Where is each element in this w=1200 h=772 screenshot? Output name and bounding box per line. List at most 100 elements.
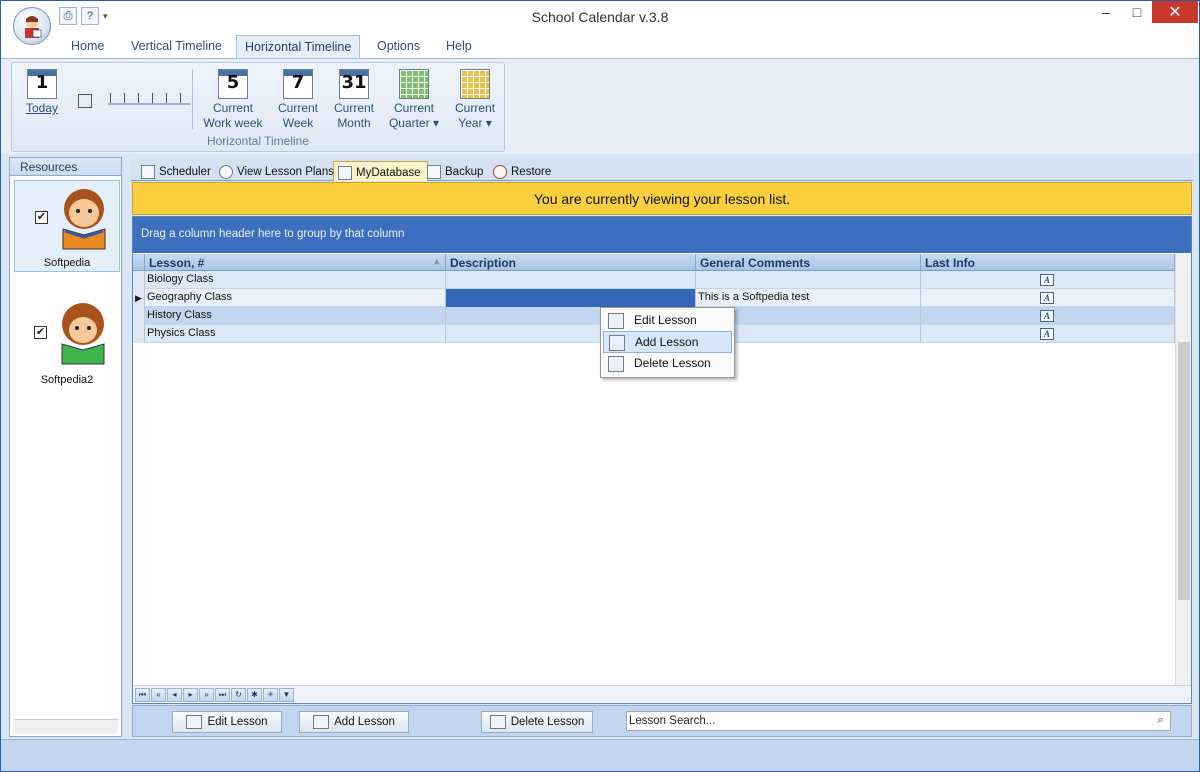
cell-comments[interactable]: This is a Softpedia test bbox=[696, 289, 921, 307]
filter-icon[interactable]: ▼ bbox=[279, 688, 294, 702]
cancel-edit-icon[interactable]: ✳ bbox=[263, 688, 278, 702]
zoom-slider[interactable] bbox=[78, 91, 190, 111]
tab-view-lesson-plans[interactable]: View Lesson Plans bbox=[215, 161, 340, 181]
resource-checkbox[interactable]: ✔ bbox=[34, 326, 47, 339]
text-info-icon[interactable]: A bbox=[1040, 292, 1054, 304]
group-by-panel[interactable]: Drag a column header here to group by th… bbox=[133, 217, 1191, 253]
row-indicator bbox=[133, 271, 145, 289]
cell-last-info[interactable]: A bbox=[921, 325, 1175, 343]
prev-record-icon[interactable]: ◂ bbox=[167, 688, 182, 702]
tab-restore[interactable]: Restore bbox=[489, 161, 557, 181]
ribbon-group-label: Horizontal Timeline bbox=[206, 134, 310, 148]
text-info-icon[interactable]: A bbox=[1040, 328, 1054, 340]
current-work-week-button[interactable]: 5 Current Work week bbox=[203, 69, 263, 131]
text-info-icon[interactable]: A bbox=[1040, 310, 1054, 322]
first-record-icon[interactable]: ⏮ bbox=[135, 688, 150, 702]
last-record-icon[interactable]: ⏭ bbox=[215, 688, 230, 702]
menu-item-edit-lesson[interactable]: Edit Lesson bbox=[603, 310, 732, 332]
calendar-31-icon: 31 bbox=[339, 69, 369, 99]
maximize-button[interactable]: □ bbox=[1123, 1, 1151, 23]
menu-item-add-lesson[interactable]: Add Lesson bbox=[603, 331, 732, 353]
add-lesson-button[interactable]: Add Lesson bbox=[299, 711, 409, 733]
cell-lesson[interactable]: History Class bbox=[145, 307, 446, 325]
resource-checkbox[interactable]: ✔ bbox=[35, 211, 48, 224]
cell-lesson[interactable]: Geography Class bbox=[145, 289, 446, 307]
header-indicator bbox=[133, 254, 145, 271]
resource-item[interactable]: ✔ Softpedia bbox=[14, 180, 120, 272]
tab-home[interactable]: Home bbox=[63, 35, 112, 59]
current-week-button[interactable]: 7 Current Week bbox=[268, 69, 328, 131]
button-label-line1: Current bbox=[333, 101, 374, 115]
slider-tick bbox=[110, 93, 111, 103]
delete-lesson-button[interactable]: Delete Lesson bbox=[481, 711, 593, 733]
button-label-line2: Work week bbox=[203, 116, 263, 130]
slider-track bbox=[108, 103, 190, 105]
pane-splitter[interactable] bbox=[122, 157, 130, 737]
minimize-button[interactable]: – bbox=[1091, 1, 1121, 23]
scrollbar-thumb[interactable] bbox=[1178, 342, 1190, 600]
ribbon-group-horizontal-timeline: 1 Today 5 Current Work week 7 Current We… bbox=[11, 62, 505, 152]
app-menu-button[interactable] bbox=[13, 7, 51, 45]
today-label: Today bbox=[25, 101, 59, 115]
tab-options[interactable]: Options bbox=[369, 35, 428, 59]
binoculars-icon[interactable]: ⌕ bbox=[1153, 714, 1168, 728]
cell-description[interactable] bbox=[446, 289, 696, 307]
cell-last-info[interactable]: A bbox=[921, 271, 1175, 289]
column-header-general-comments[interactable]: General Comments bbox=[696, 254, 921, 271]
next-page-icon[interactable]: » bbox=[199, 688, 214, 702]
ribbon-panel: 1 Today 5 Current Work week 7 Current We… bbox=[1, 58, 1199, 154]
current-row-indicator: ▶ bbox=[133, 289, 145, 307]
resources-pane: Resources ✔ Softpedia ✔ Softpedia2 bbox=[9, 157, 122, 737]
column-header-last-info[interactable]: Last Info bbox=[921, 254, 1175, 271]
today-button[interactable]: 1 Today bbox=[12, 69, 72, 116]
cell-last-info[interactable]: A bbox=[921, 307, 1175, 325]
current-year-button[interactable]: Current Year ▾ bbox=[445, 69, 505, 131]
button-label: Delete Lesson bbox=[510, 716, 585, 728]
cell-lesson[interactable]: Physics Class bbox=[145, 325, 446, 343]
cell-description[interactable] bbox=[446, 271, 696, 289]
cell-lesson[interactable]: Biology Class bbox=[145, 271, 446, 289]
icon-number: 5 bbox=[226, 72, 240, 93]
lesson-grid: Drag a column header here to group by th… bbox=[132, 216, 1192, 704]
slider-tick bbox=[138, 93, 139, 103]
insert-record-icon[interactable]: ✱ bbox=[247, 688, 262, 702]
student-avatar-icon bbox=[62, 189, 106, 250]
resource-item[interactable]: ✔ Softpedia2 bbox=[14, 296, 120, 388]
tab-backup[interactable]: Backup bbox=[423, 161, 489, 181]
table-row[interactable]: ▶ Geography Class This is a Softpedia te… bbox=[133, 289, 1175, 307]
calendar-day-icon: 1 bbox=[27, 69, 57, 99]
add-lesson-icon bbox=[609, 335, 625, 351]
sort-ascending-icon: ▴ bbox=[434, 256, 439, 266]
cell-comments[interactable] bbox=[696, 271, 921, 289]
search-text: Lesson Search... bbox=[629, 715, 716, 727]
current-month-button[interactable]: 31 Current Month bbox=[324, 69, 384, 131]
refresh-icon[interactable]: ↻ bbox=[231, 688, 246, 702]
tab-scheduler[interactable]: Scheduler bbox=[137, 161, 217, 181]
tab-mydatabase[interactable]: MyDatabase bbox=[333, 161, 428, 181]
document-tabs: Scheduler View Lesson Plans MyDatabase B… bbox=[131, 159, 1193, 181]
edit-lesson-button[interactable]: Edit Lesson bbox=[172, 711, 282, 733]
resources-horizontal-scrollbar[interactable] bbox=[14, 719, 118, 734]
close-button[interactable]: ✕ bbox=[1152, 1, 1198, 23]
tab-help[interactable]: Help bbox=[438, 35, 480, 59]
column-header-lesson[interactable]: Lesson, # ▴ bbox=[145, 254, 446, 271]
table-row[interactable]: Biology Class A bbox=[133, 271, 1175, 289]
next-record-icon[interactable]: ▸ bbox=[183, 688, 198, 702]
tab-horizontal-timeline[interactable]: Horizontal Timeline bbox=[236, 35, 361, 59]
teacher-icon bbox=[25, 16, 42, 38]
column-header-description[interactable]: Description bbox=[446, 254, 696, 271]
grid-vertical-scrollbar[interactable] bbox=[1175, 254, 1191, 686]
slider-tick bbox=[152, 93, 153, 103]
lesson-search-input[interactable]: Lesson Search... ⌕ bbox=[626, 711, 1171, 731]
current-quarter-button[interactable]: Current Quarter ▾ bbox=[384, 69, 444, 131]
menu-item-delete-lesson[interactable]: Delete Lesson bbox=[603, 353, 732, 375]
text-info-icon[interactable]: A bbox=[1040, 274, 1054, 286]
calendar-zoom-icon bbox=[78, 94, 92, 108]
delete-lesson-icon bbox=[489, 715, 506, 729]
edit-lesson-icon bbox=[608, 313, 624, 329]
cell-last-info[interactable]: A bbox=[921, 289, 1175, 307]
button-label-line2: Year ▾ bbox=[458, 116, 492, 130]
tab-vertical-timeline[interactable]: Vertical Timeline bbox=[123, 35, 230, 59]
calendar-quarter-icon bbox=[399, 69, 429, 99]
prev-page-icon[interactable]: « bbox=[151, 688, 166, 702]
